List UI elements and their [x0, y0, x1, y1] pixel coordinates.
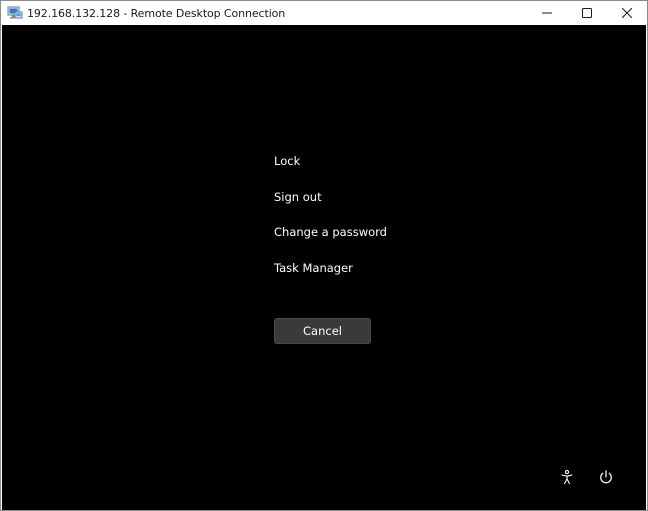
- minimize-button[interactable]: [527, 1, 567, 25]
- close-icon: [622, 8, 632, 18]
- title-bar[interactable]: 192.168.132.128 - Remote Desktop Connect…: [1, 1, 647, 25]
- accessibility-button[interactable]: [557, 467, 577, 487]
- remote-desktop-window: 192.168.132.128 - Remote Desktop Connect…: [0, 0, 648, 511]
- task-manager-option[interactable]: Task Manager: [274, 257, 353, 279]
- cancel-button[interactable]: Cancel: [274, 318, 371, 344]
- power-button[interactable]: [596, 467, 616, 487]
- caption-buttons: [527, 1, 647, 25]
- window-title: 192.168.132.128 - Remote Desktop Connect…: [27, 6, 286, 20]
- minimize-icon: [542, 12, 552, 14]
- power-icon: [600, 470, 612, 484]
- accessibility-icon: [561, 469, 573, 485]
- remote-desktop-icon: [7, 5, 23, 21]
- sign-out-option[interactable]: Sign out: [274, 186, 322, 208]
- maximize-button[interactable]: [567, 1, 607, 25]
- lock-option[interactable]: Lock: [274, 150, 300, 172]
- remote-session-area[interactable]: Lock Sign out Change a password Task Man…: [2, 25, 646, 510]
- change-password-option[interactable]: Change a password: [274, 221, 387, 243]
- close-button[interactable]: [607, 1, 647, 25]
- maximize-icon: [582, 8, 592, 18]
